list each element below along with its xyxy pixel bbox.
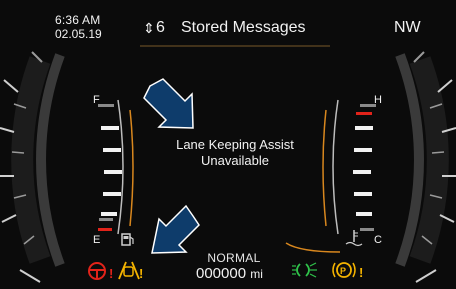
coolant-temperature-icon	[345, 230, 363, 247]
temperature-gauge	[322, 99, 376, 235]
callout-arrow-icon	[143, 78, 194, 129]
parking-brake-warning-icon: P !	[332, 262, 363, 280]
clock-time: 6:36 AM	[55, 13, 101, 27]
odometer-value: 000000	[196, 265, 247, 282]
menu-scroll-arrows-icon[interactable]: ⇕	[143, 20, 155, 36]
svg-text:!: !	[139, 266, 143, 281]
instrument-cluster-display: ! ! P ! 6:36 AM 02.05.19 ⇕ 6 Stored Mess…	[0, 0, 456, 289]
callout-arrow-icon	[151, 204, 200, 254]
steering-wheel-warning-icon: !	[88, 262, 113, 281]
clock-date: 02.05.19	[55, 27, 102, 41]
fuel-empty-label: E	[93, 234, 101, 246]
parking-lamp-icon	[292, 262, 317, 278]
fuel-gauge	[98, 99, 134, 235]
temp-cold-label: C	[374, 234, 382, 246]
fuel-full-label: F	[93, 94, 100, 106]
bottom-accent-line	[285, 242, 341, 253]
odometer-readout: 000000 mi	[196, 265, 263, 283]
svg-text:P: P	[340, 266, 346, 276]
odometer-unit: mi	[250, 267, 263, 281]
fuel-pump-icon	[121, 233, 134, 246]
right-gauge-bezel	[395, 51, 456, 283]
compass-heading: NW	[394, 19, 421, 36]
menu-title[interactable]: Stored Messages	[181, 19, 306, 37]
message-line-2: Unavailable	[201, 153, 269, 168]
message-line-1: Lane Keeping Assist	[176, 137, 294, 152]
svg-text:!: !	[359, 265, 363, 280]
svg-text:!: !	[109, 266, 113, 281]
left-gauge-bezel	[0, 51, 65, 283]
temp-hot-label: H	[374, 94, 382, 106]
stored-message-count: 6	[156, 19, 165, 36]
drive-mode-label: NORMAL	[207, 251, 261, 265]
lane-departure-warning-icon: !	[118, 261, 143, 281]
